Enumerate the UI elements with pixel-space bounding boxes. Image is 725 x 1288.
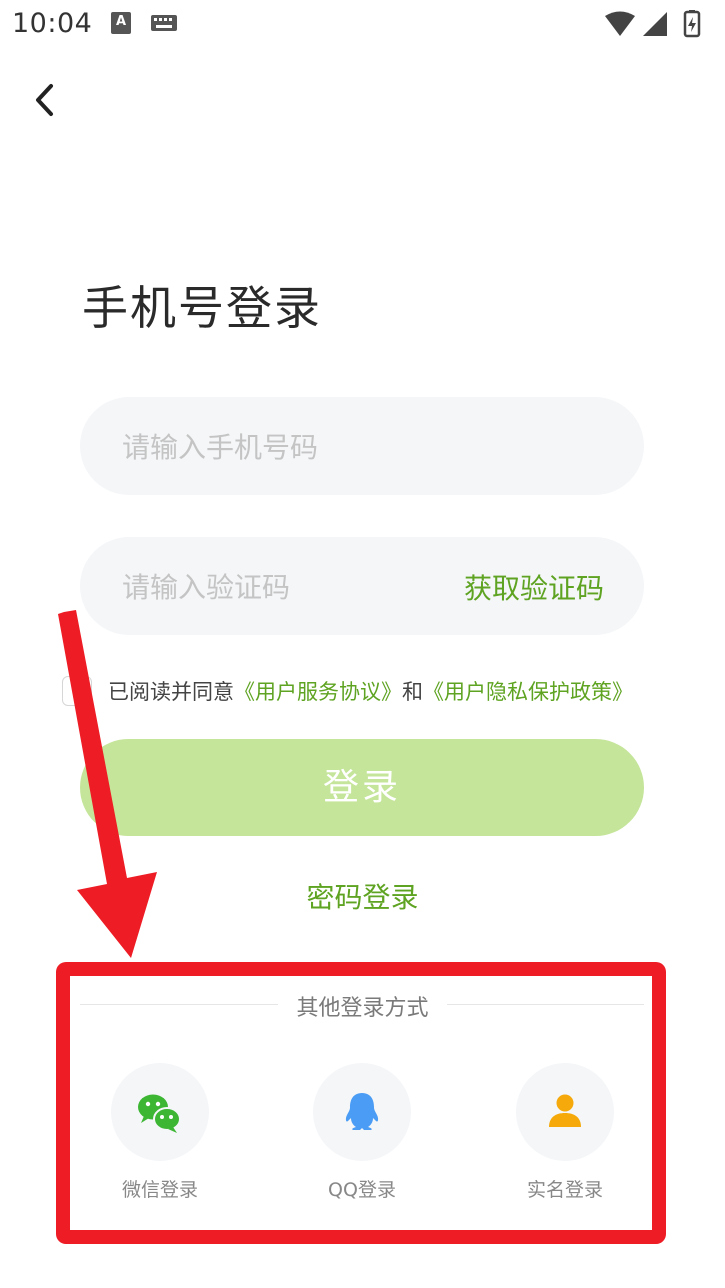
cellular-signal-icon [643,12,667,36]
agreement-prefix: 已阅读并同意 [108,680,234,704]
status-bar: 10:04 A [0,0,725,50]
page-title: 手机号登录 [82,281,322,335]
input-method-icon: A [111,12,131,34]
get-code-button[interactable]: 获取验证码 [464,567,604,607]
verification-code-input[interactable] [120,537,444,637]
agreement-conjunction: 和 [402,680,423,704]
login-button[interactable]: 登录 [80,739,644,836]
agreement-checkbox[interactable] [62,676,92,706]
back-arrow-icon[interactable] [26,80,66,120]
battery-charging-icon [683,10,701,38]
privacy-policy-link[interactable]: 《用户隐私保护政策》 [423,676,633,706]
wifi-icon [605,11,635,36]
code-input-container: 获取验证码 [80,537,644,637]
system-status-icons [605,10,701,38]
user-agreement-link[interactable]: 《用户服务协议》 [234,676,402,706]
phone-input[interactable] [120,397,444,497]
annotation-highlight-box [56,962,666,1244]
status-time: 10:04 [12,8,93,39]
password-login-link[interactable]: 密码登录 [0,876,725,916]
phone-input-container [80,397,644,497]
agreement-row: 已阅读并同意 《用户服务协议》 和 《用户隐私保护政策》 [62,675,633,707]
keyboard-icon [151,15,177,31]
